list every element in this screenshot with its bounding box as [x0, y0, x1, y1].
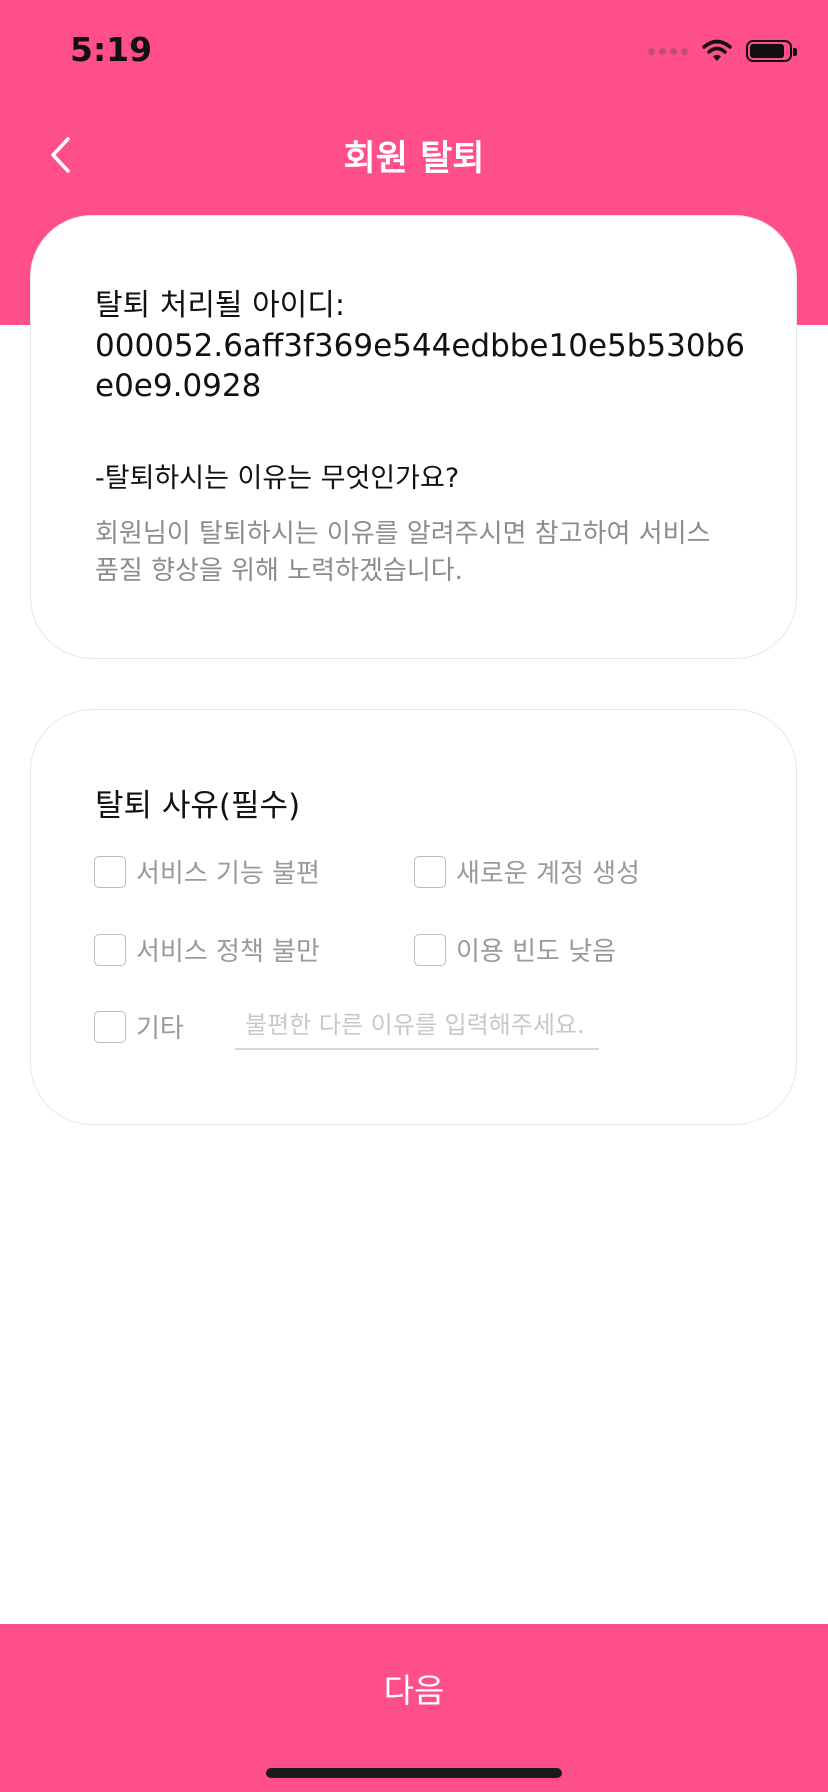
checkbox[interactable] [94, 933, 126, 966]
checkbox[interactable] [94, 855, 126, 888]
reason-option-label: 새로운 계정 생성 [456, 859, 640, 889]
withdrawal-question: -탈퇴하시는 이유는 무엇인가요? [95, 463, 460, 494]
reason-option-low-usage[interactable]: 이용 빈도 낮음 [414, 931, 616, 968]
checkbox[interactable] [414, 933, 446, 966]
reason-option-other[interactable]: 기타 [94, 1008, 184, 1045]
reason-option-new-account[interactable]: 새로운 계정 생성 [414, 853, 640, 890]
withdrawal-reason-card: 탈퇴 사유(필수) 서비스 기능 불편 새로운 계정 생성 서비스 정책 불만 … [30, 709, 797, 1125]
status-icons [648, 36, 797, 66]
next-button[interactable]: 다음 [0, 1624, 828, 1792]
battery-icon [746, 40, 797, 62]
home-indicator [266, 1768, 562, 1778]
status-time: 5:19 [70, 30, 153, 69]
reason-option-policy-dissatisfaction[interactable]: 서비스 정책 불만 [94, 931, 320, 968]
account-info-card: 탈퇴 처리될 아이디: 000052.6aff3f369e544edbbe10e… [30, 215, 797, 659]
reason-option-label: 기타 [136, 1014, 184, 1044]
cellular-signal-icon [648, 47, 688, 55]
withdrawal-description: 회원님이 탈퇴하시는 이유를 알려주시면 참고하여 서비스 품질 향상을 위해 … [95, 519, 711, 586]
next-button-label: 다음 [383, 1671, 445, 1710]
checkbox[interactable] [94, 1010, 126, 1043]
account-id-label: 탈퇴 처리될 아이디: [95, 288, 345, 323]
reason-option-label: 서비스 정책 불만 [136, 937, 320, 967]
reason-option-label: 서비스 기능 불편 [136, 859, 320, 889]
page-title: 회원 탈퇴 [343, 139, 485, 179]
checkbox[interactable] [414, 855, 446, 888]
other-reason-input[interactable] [235, 1002, 599, 1050]
reason-title: 탈퇴 사유(필수) [95, 788, 301, 824]
reason-option-label: 이용 빈도 낮음 [456, 937, 617, 967]
reason-option-feature-inconvenience[interactable]: 서비스 기능 불편 [94, 853, 320, 890]
wifi-icon [702, 39, 732, 61]
account-id-value: 000052.6aff3f369e544edbbe10e5b530b6e0e9.… [95, 328, 745, 404]
